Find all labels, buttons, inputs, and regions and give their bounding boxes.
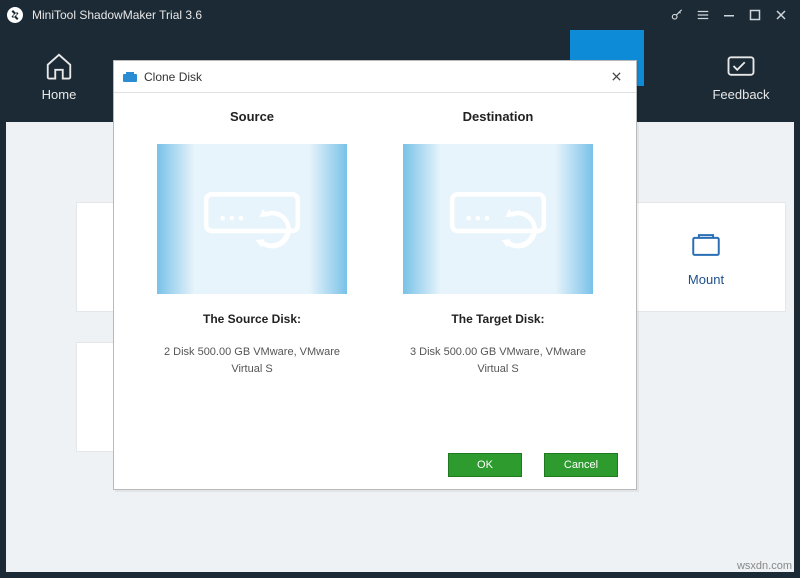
app-logo-icon (6, 6, 24, 24)
titlebar: MiniTool ShadowMaker Trial 3.6 (0, 0, 800, 30)
minimize-button[interactable] (716, 2, 742, 28)
source-column: Source The Source Disk: 2 Disk 500.00 GB… (134, 103, 370, 441)
dialog-footer: OK Cancel (114, 441, 636, 489)
envelope-check-icon (726, 51, 756, 81)
source-disk-tile[interactable] (157, 144, 347, 294)
nav-home[interactable]: Home (14, 51, 104, 102)
dialog-header: Clone Disk (114, 61, 636, 93)
dialog-body: Source The Source Disk: 2 Disk 500.00 GB… (114, 93, 636, 441)
destination-header: Destination (463, 109, 534, 124)
dialog-close-button[interactable] (604, 65, 628, 89)
maximize-button[interactable] (742, 2, 768, 28)
nav-feedback-label: Feedback (696, 87, 786, 102)
disk-sync-icon (443, 174, 553, 264)
nav-feedback[interactable]: Feedback (696, 51, 786, 102)
close-window-button[interactable] (768, 2, 794, 28)
watermark: wsxdn.com (737, 560, 792, 572)
disk-sync-icon (197, 174, 307, 264)
home-icon (44, 51, 74, 81)
source-disk-label: The Source Disk: (203, 312, 301, 326)
dialog-icon (122, 69, 138, 85)
app-title: MiniTool ShadowMaker Trial 3.6 (32, 8, 664, 22)
destination-disk-tile[interactable] (403, 144, 593, 294)
source-disk-desc: 2 Disk 500.00 GB VMware, VMware Virtual … (152, 344, 352, 377)
cancel-button-label: Cancel (564, 459, 598, 471)
card-mount-label: Mount (688, 272, 724, 287)
target-disk-label: The Target Disk: (451, 312, 544, 326)
source-header: Source (230, 109, 274, 124)
nav-home-label: Home (14, 87, 104, 102)
destination-column: Destination The Target Disk: 3 Disk 500.… (380, 103, 616, 441)
clone-disk-dialog: Clone Disk Source The Sou (113, 60, 637, 490)
mount-icon (689, 228, 723, 262)
key-icon[interactable] (664, 2, 690, 28)
menu-icon[interactable] (690, 2, 716, 28)
card-mount[interactable]: Mount (626, 202, 786, 312)
target-disk-desc: 3 Disk 500.00 GB VMware, VMware Virtual … (398, 344, 598, 377)
cancel-button[interactable]: Cancel (544, 453, 618, 477)
ok-button-label: OK (477, 459, 493, 471)
dialog-title: Clone Disk (144, 70, 604, 84)
ok-button[interactable]: OK (448, 453, 522, 477)
